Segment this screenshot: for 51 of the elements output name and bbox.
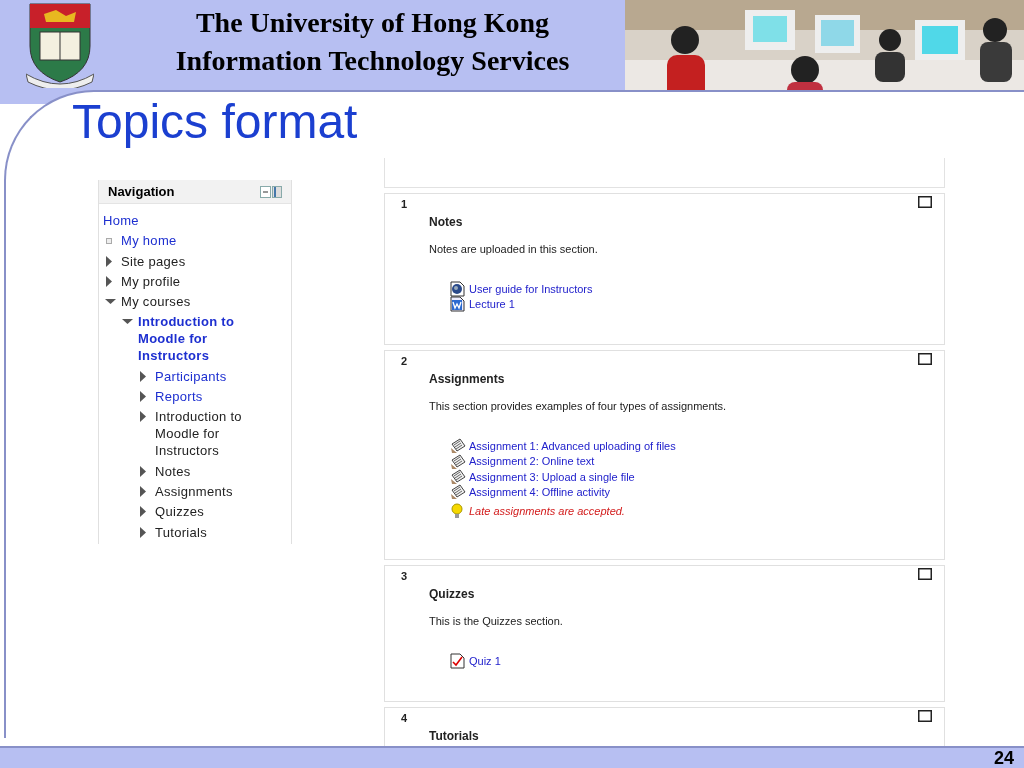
dock-icon[interactable] [260, 185, 282, 198]
nav-item[interactable]: Assignments [155, 482, 233, 500]
nav-link[interactable]: Introduction to Moodle for Instructors [138, 313, 247, 365]
note-text: Late assignments are accepted. [469, 504, 625, 520]
section-title: Notes [429, 214, 463, 231]
section-number: 4 [401, 710, 408, 726]
lightbulb-icon [450, 503, 466, 520]
nav-link[interactable]: Reports [155, 388, 203, 406]
activity-link[interactable]: Quiz 1 [469, 653, 501, 670]
papers-icon [450, 438, 466, 455]
activity-link[interactable]: Assignment 2: Online text [469, 453, 595, 470]
square-icon[interactable] [918, 709, 932, 722]
activity-link[interactable]: Assignment 4: Offline activity [469, 483, 611, 501]
papers-icon [450, 468, 466, 485]
globe-document-icon [450, 281, 466, 298]
section-number: 1 [401, 197, 408, 212]
section-title: Assignments [429, 371, 505, 389]
nav-item[interactable]: Quizzes [155, 503, 205, 521]
nav-link[interactable]: Home [103, 212, 139, 229]
activity-link[interactable]: Lecture 1 [469, 296, 515, 313]
header-title: Information Technology Services [175, 44, 570, 78]
word-document-icon [450, 296, 466, 313]
nav-item[interactable]: Introduction to Moodle for Instructors [155, 408, 247, 460]
slide-title: Topics format [72, 94, 358, 150]
section-title: Tutorials [429, 727, 479, 745]
bullet-icon [105, 236, 113, 245]
checkmark-document-icon [450, 653, 466, 670]
page-number: 24 [993, 746, 1014, 768]
section-summary: Notes are uploaded in this section. [429, 242, 599, 257]
section-title: Quizzes [429, 586, 475, 604]
nav-item[interactable]: Site pages [121, 252, 186, 270]
square-icon[interactable] [918, 353, 932, 366]
nav-item[interactable]: Tutorials [155, 523, 208, 541]
activity-link[interactable]: Assignment 3: Upload a single file [469, 468, 635, 486]
papers-icon [450, 453, 466, 470]
square-icon[interactable] [918, 568, 932, 581]
nav-item[interactable]: Notes [155, 462, 191, 480]
section-summary: This is the Quizzes section. [429, 614, 564, 630]
activity-link[interactable]: Assignment 1: Advanced uploading of files [469, 438, 676, 455]
nav-item[interactable]: My courses [121, 293, 191, 311]
section-number: 3 [401, 569, 408, 585]
nav-link[interactable]: Participants [155, 367, 227, 385]
square-icon[interactable] [918, 196, 932, 208]
section-summary: This section provides examples of four types of assignments. [429, 399, 728, 415]
block-title: Navigation [108, 182, 175, 201]
section-number: 2 [401, 354, 408, 370]
nav-item[interactable]: My profile [121, 272, 181, 290]
header-title: The University of Hong Kong [195, 6, 550, 40]
activity-link[interactable]: User guide for Instructors [469, 280, 593, 298]
papers-icon [450, 484, 466, 501]
nav-link[interactable]: My home [121, 232, 177, 250]
